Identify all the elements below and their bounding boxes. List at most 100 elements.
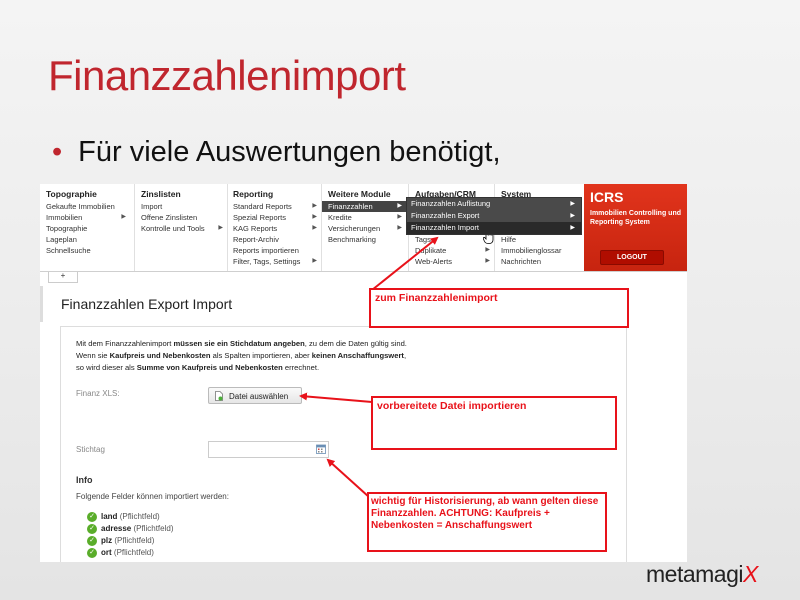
menu-item[interactable]: Immobilienglossar	[495, 245, 580, 256]
menu-item-label: Import	[141, 202, 163, 211]
menu-item-label: Hilfe	[501, 235, 517, 244]
submenu-item-export[interactable]: Finanzzahlen Export ▶	[407, 210, 581, 222]
menu-item-label: Immobilienglossar	[501, 246, 562, 255]
calendar-icon[interactable]	[316, 444, 326, 454]
bullet-dot: •	[52, 136, 63, 168]
menu-item-label: Gekaufte Immobilien	[46, 202, 115, 211]
chevron-right-icon: ▶	[485, 247, 490, 253]
menu-item-label: Kontrolle und Tools	[141, 224, 205, 233]
intro-text: als Spalten importieren, aber	[210, 351, 312, 360]
check-icon: ✓	[87, 536, 97, 546]
field-item: ✓ land (Pflichtfeld)	[87, 512, 160, 522]
menu-col-reporting: Reporting Standard Reports ▶ Spezial Repo…	[227, 184, 321, 271]
check-icon: ✓	[87, 524, 97, 534]
menu-item-label: Schnellsuche	[46, 246, 91, 255]
field-item: ✓ ort (Pflichtfeld)	[87, 548, 154, 558]
chevron-right-icon: ▶	[397, 214, 402, 220]
menu-item[interactable]: Offene Zinslisten	[135, 212, 227, 223]
menu-header[interactable]: Reporting	[227, 184, 321, 201]
field-note: (Pflichtfeld)	[133, 524, 174, 534]
menu-item[interactable]: Kredite ▶	[322, 212, 406, 223]
metamagix-logo: metamagiX	[646, 561, 758, 588]
menu-header[interactable]: Zinslisten	[135, 184, 227, 201]
menu-item[interactable]: Topographie	[40, 223, 130, 234]
menu-item-label: Tags	[415, 235, 431, 244]
menu-item[interactable]: KAG Reports ▶	[227, 223, 321, 234]
menu-item-label: Finanzzahlen	[328, 202, 373, 211]
chevron-right-icon: ▶	[485, 258, 490, 264]
icrs-subtitle: Immobilien Controlling und Reporting Sys…	[590, 210, 681, 226]
menu-item[interactable]: Nachrichten	[495, 256, 580, 267]
chevron-right-icon: ▶	[397, 203, 402, 209]
menu-item[interactable]: Report-Archiv	[227, 234, 321, 245]
date-field[interactable]	[208, 441, 329, 458]
intro-text: Mit dem Finanzzahlenimport	[76, 339, 174, 348]
brand-name: metamagi	[646, 561, 743, 587]
menu-item[interactable]: Versicherungen ▶	[322, 223, 406, 234]
menu-item-finanzzahlen[interactable]: Finanzzahlen ▶	[322, 201, 406, 212]
field-note: (Pflichtfeld)	[114, 536, 155, 546]
intro-text: ,	[403, 351, 407, 360]
add-tab-button[interactable]: +	[48, 272, 78, 283]
intro-bold: Kaufpreis und Nebenkosten	[109, 351, 211, 360]
annotation-file: vorbereitete Datei importieren	[371, 396, 617, 450]
submenu-item-label: Finanzzahlen Auflistung	[411, 199, 491, 208]
field-note: (Pflichtfeld)	[113, 548, 154, 558]
menu-item[interactable]: Spezial Reports ▶	[227, 212, 321, 223]
submenu-item-import[interactable]: Finanzzahlen Import ▶	[407, 222, 581, 234]
menu-item-label: Versicherungen	[328, 224, 381, 233]
menu-item-label: Filter, Tags, Settings	[233, 257, 301, 266]
menu-item[interactable]: Tags	[409, 234, 494, 245]
intro-text: Wenn sie	[76, 351, 110, 360]
choose-file-button[interactable]: Datei auswählen	[208, 387, 302, 404]
menu-item[interactable]: Duplikate ▶	[409, 245, 494, 256]
intro-bold: Summe von Kaufpreis und Nebenkosten	[136, 363, 283, 372]
menu-item[interactable]: Gekaufte Immobilien	[40, 201, 130, 212]
fields-intro: Folgende Felder können importiert werden…	[76, 492, 229, 501]
menu-col-zinslisten: Zinslisten Import Offene Zinslisten Kont…	[135, 184, 227, 271]
info-heading: Info	[76, 475, 93, 485]
annotation-import-menu: zum Finanzzahlenimport	[369, 288, 629, 328]
menu-item[interactable]: Standard Reports ▶	[227, 201, 321, 212]
menu-header[interactable]: Topographie	[40, 184, 130, 201]
menu-header[interactable]: Weitere Module	[322, 184, 406, 201]
slide-title: Finanzzahlenimport	[48, 52, 406, 99]
submenu-item-auflistung[interactable]: Finanzzahlen Auflistung ▶	[407, 198, 581, 210]
page-title: Finanzzahlen Export Import	[61, 296, 233, 312]
menu-item[interactable]: Web-Alerts ▶	[409, 256, 494, 267]
menu-item[interactable]: Schnellsuche	[40, 245, 130, 256]
intro-line-2: Wenn sie Kaufpreis und Nebenkosten als S…	[76, 351, 406, 360]
menu-item-label: Kredite	[328, 213, 352, 222]
sidebar-handle[interactable]	[40, 286, 43, 322]
chevron-right-icon: ▶	[312, 214, 317, 220]
bullet-text: Für viele Auswertungen benötigt,	[78, 136, 501, 168]
menu-item[interactable]: Reports importieren	[227, 245, 321, 256]
menu-item[interactable]: Hilfe	[495, 234, 580, 245]
intro-line-3: so wird dieser als Summe von Kaufpreis u…	[76, 363, 319, 372]
chevron-right-icon: ▶	[312, 225, 317, 231]
menu-item[interactable]: Benchmarking	[322, 234, 406, 245]
chevron-right-icon: ▶	[570, 201, 575, 207]
menu-col-topographie: Topographie Gekaufte Immobilien Immobili…	[40, 184, 130, 271]
check-icon: ✓	[87, 512, 97, 522]
menu-item[interactable]: Import	[135, 201, 227, 212]
menu-item[interactable]: Lageplan	[40, 234, 130, 245]
icrs-branding-panel: ICRS Immobilien Controlling und Reportin…	[584, 184, 687, 271]
submenu-item-label: Finanzzahlen Import	[411, 223, 479, 232]
intro-text: so wird dieser als	[76, 363, 137, 372]
menu-col-weitere-module: Weitere Module Finanzzahlen ▶ Kredite ▶ Ve…	[322, 184, 406, 271]
menu-item[interactable]: Filter, Tags, Settings ▶	[227, 256, 321, 267]
intro-text: errechnet.	[282, 363, 320, 372]
menu-item[interactable]: Immobilien ▶	[40, 212, 130, 223]
menu-item-label: Duplikate	[415, 246, 447, 255]
logout-button[interactable]: LOGOUT	[600, 250, 664, 265]
menu-item[interactable]: Kontrolle und Tools ▶	[135, 223, 227, 234]
field-note: (Pflichtfeld)	[119, 512, 160, 522]
field-item: ✓ plz (Pflichtfeld)	[87, 536, 154, 546]
menu-item-label: Offene Zinslisten	[141, 213, 198, 222]
brand-suffix: X	[742, 561, 758, 587]
field-item: ✓ adresse (Pflichtfeld)	[87, 524, 174, 534]
choose-file-label: Datei auswählen	[229, 392, 289, 401]
menu-item-label: KAG Reports	[233, 224, 278, 233]
menu-item-label: Benchmarking	[328, 235, 376, 244]
